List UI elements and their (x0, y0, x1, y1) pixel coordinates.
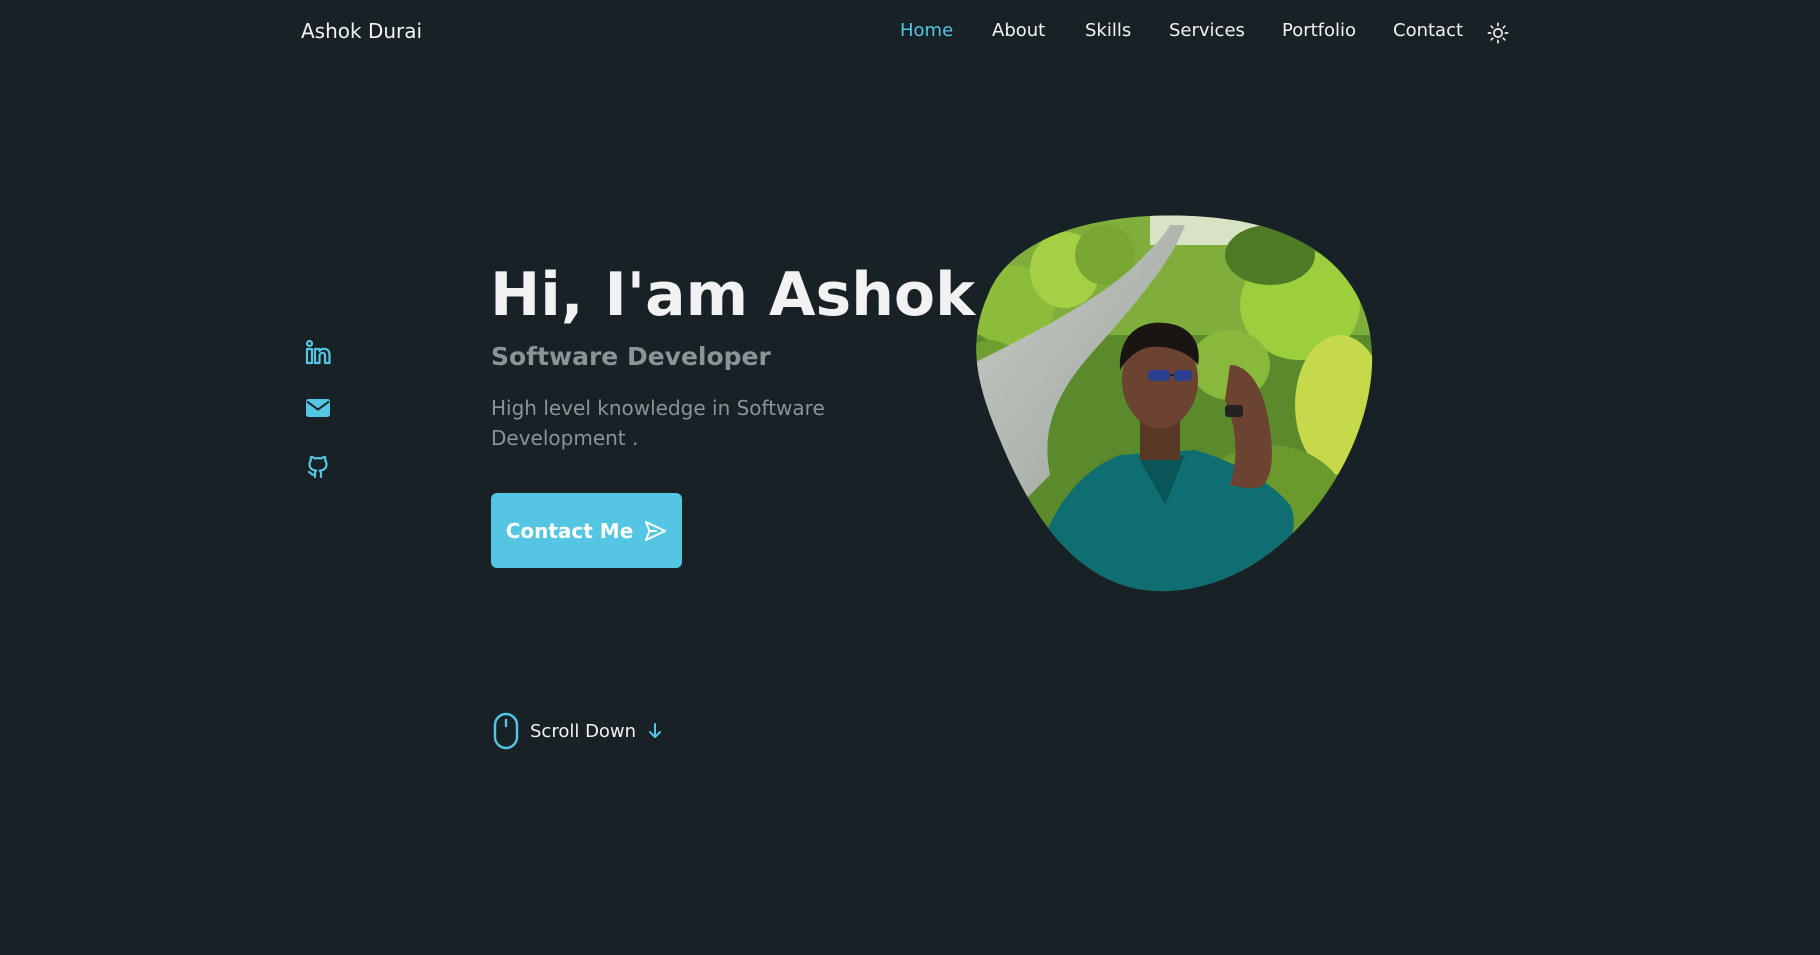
send-icon (645, 520, 667, 541)
contact-me-label: Contact Me (505, 518, 634, 543)
contact-me-button[interactable]: Contact Me (491, 493, 682, 568)
site-header: Ashok Durai Home About Skills Services P… (0, 0, 1820, 66)
sun-icon[interactable] (1487, 22, 1509, 44)
nav-about[interactable]: About (992, 20, 1045, 41)
nav-contact[interactable]: Contact (1393, 20, 1463, 41)
scroll-down-label: Scroll Down (530, 720, 637, 742)
mouse-icon (493, 712, 519, 750)
nav-home[interactable]: Home (900, 20, 953, 41)
nav-portfolio[interactable]: Portfolio (1282, 20, 1356, 41)
github-link[interactable] (304, 452, 332, 480)
hero-description: High level knowledge in Software Develop… (491, 396, 825, 450)
profile-image (976, 215, 1373, 592)
nav-skills[interactable]: Skills (1085, 20, 1131, 41)
linkedin-link[interactable] (304, 338, 332, 366)
linkedin-icon (305, 339, 331, 365)
github-icon (307, 455, 328, 479)
site-logo[interactable]: Ashok Durai (301, 19, 422, 43)
hero-title: Hi, I'am Ashok (490, 260, 976, 330)
email-icon (306, 399, 330, 417)
email-link[interactable] (304, 394, 332, 422)
scroll-down-link[interactable]: Scroll Down (492, 712, 664, 750)
arrow-down-icon (649, 723, 662, 738)
hero-subtitle: Software Developer (491, 342, 771, 371)
nav-services[interactable]: Services (1169, 20, 1245, 41)
